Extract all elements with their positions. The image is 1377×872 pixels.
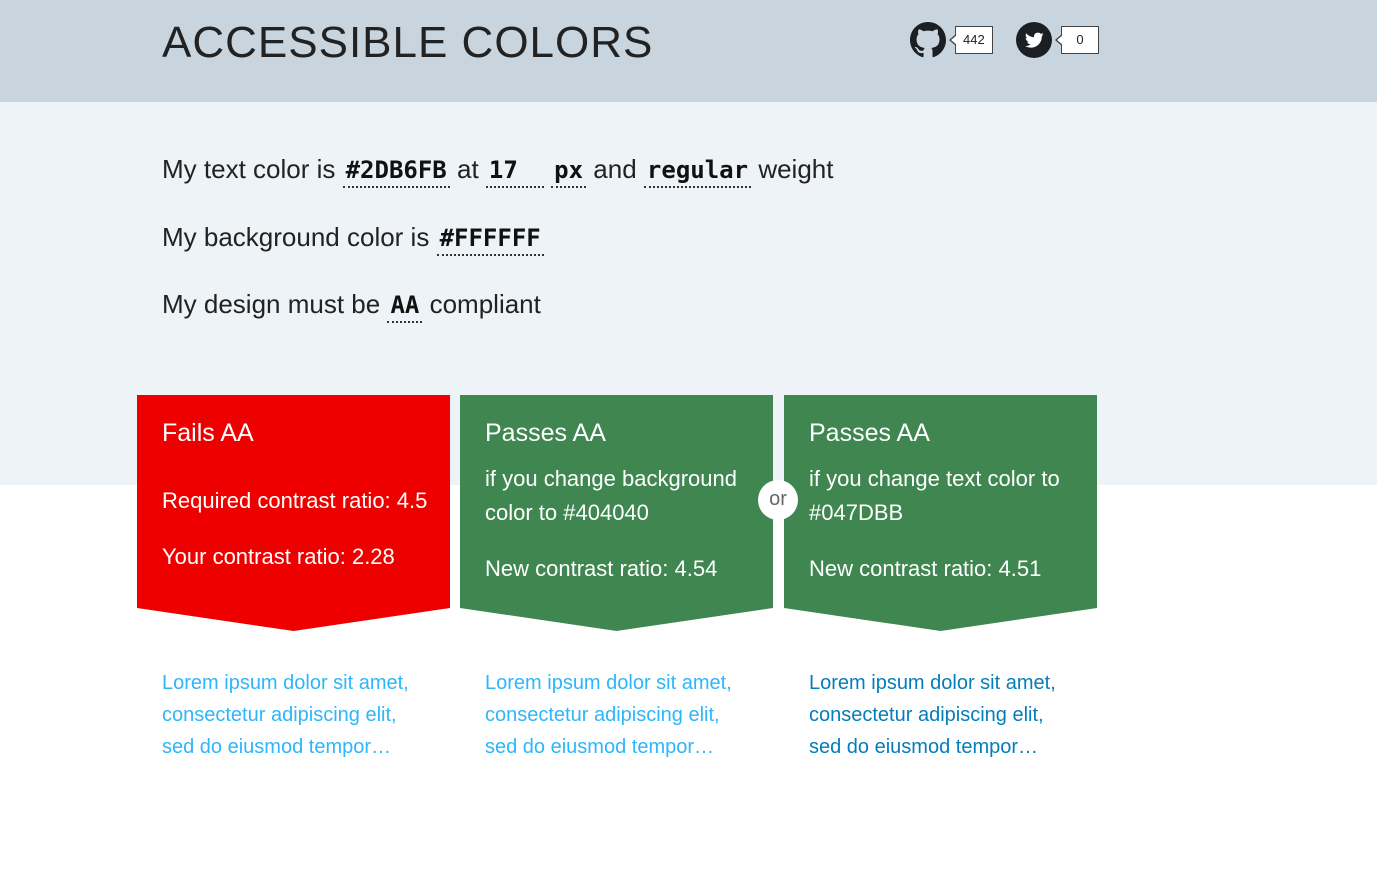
card-header: Passes AA if you change background color… [460, 395, 773, 631]
sample-text: Lorem ipsum dolor sit amet, consectetur … [137, 631, 450, 800]
card-title: Fails AA [162, 419, 254, 447]
compliance-suffix: compliant [429, 289, 541, 319]
current-ratio: Your contrast ratio: 2.28 [162, 544, 395, 569]
text-color-sentence: My text color is #2DB6FB at 17 px and re… [162, 154, 833, 188]
text-color-field[interactable]: #2DB6FB [342, 155, 450, 188]
compliance-sentence: My design must be AA compliant [162, 289, 541, 323]
header-bar: ACCESSIBLE COLORS 442 0 [0, 0, 1377, 102]
github-widget[interactable]: 442 [910, 22, 993, 58]
card-title: Passes AA [809, 419, 930, 447]
and-label: and [593, 154, 637, 184]
required-ratio: Required contrast ratio: 4.5 [162, 488, 428, 513]
github-star-count[interactable]: 442 [949, 26, 993, 54]
font-size-field[interactable]: 17 [485, 155, 544, 188]
card-header: Passes AA if you change text color to #0… [784, 395, 1097, 631]
background-color-field[interactable]: #FFFFFF [436, 223, 544, 256]
twitter-share-count[interactable]: 0 [1055, 26, 1099, 54]
sample-text: Lorem ipsum dolor sit amet, consectetur … [485, 672, 732, 758]
card-title: Passes AA [485, 419, 606, 447]
new-ratio: New contrast ratio: 4.54 [485, 556, 718, 581]
card-description: if you change background color to #40404… [485, 466, 737, 525]
font-weight-field[interactable]: regular [643, 155, 752, 188]
new-ratio: New contrast ratio: 4.51 [809, 556, 1042, 581]
result-card-background-fix: Passes AA if you change background color… [460, 395, 773, 800]
sample-text: Lorem ipsum dolor sit amet, consectetur … [784, 631, 1097, 800]
compliance-level-field[interactable]: AA [387, 290, 423, 323]
font-unit-field[interactable]: px [551, 155, 587, 188]
at-label: at [457, 154, 479, 184]
github-icon[interactable] [910, 22, 946, 58]
app-title: ACCESSIBLE COLORS [162, 18, 654, 67]
twitter-widget[interactable]: 0 [1016, 22, 1099, 58]
result-card-text-fix: Passes AA if you change text color to #0… [784, 395, 1097, 800]
background-prefix: My background color is [162, 222, 430, 252]
twitter-icon[interactable] [1016, 22, 1052, 58]
compliance-prefix: My design must be [162, 289, 381, 319]
background-color-sentence: My background color is #FFFFFF [162, 222, 544, 256]
result-card-fails: Fails AA Required contrast ratio: 4.5 Yo… [137, 395, 450, 800]
weight-suffix: weight [758, 154, 834, 184]
text-color-prefix: My text color is [162, 154, 336, 184]
card-header: Fails AA Required contrast ratio: 4.5 Yo… [137, 395, 450, 631]
card-description: if you change text color to #047DBB [809, 466, 1060, 525]
or-badge: or [758, 480, 798, 520]
